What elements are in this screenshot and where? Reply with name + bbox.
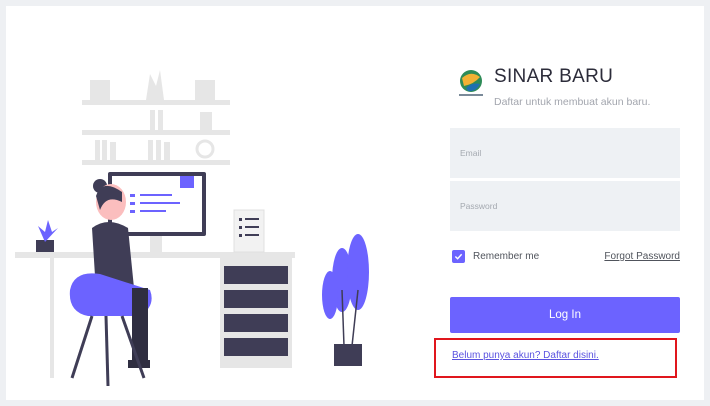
tall-plant xyxy=(322,234,369,366)
password-field[interactable] xyxy=(450,181,680,231)
clipboard xyxy=(233,209,265,253)
signup-link[interactable]: Belum punya akun? Daftar disini. xyxy=(452,350,599,361)
desk xyxy=(15,252,295,378)
remember-me-label: Remember me xyxy=(473,251,540,262)
brand-subtitle: Daftar untuk membuat akun baru. xyxy=(494,96,651,108)
email-field[interactable] xyxy=(450,128,680,178)
brand-name: SINAR BARU xyxy=(494,66,614,87)
workspace-illustration xyxy=(15,70,369,387)
wall-shelves xyxy=(82,70,230,165)
small-plant xyxy=(36,220,58,252)
remember-me-control[interactable]: Remember me xyxy=(452,250,539,263)
forgot-password-link[interactable]: Forgot Password xyxy=(604,251,680,262)
globe-logo-icon xyxy=(459,70,483,96)
login-button[interactable]: Log In xyxy=(450,297,680,333)
login-panel: SINAR BARU Daftar untuk membuat akun bar… xyxy=(450,60,682,380)
checkmark-icon xyxy=(454,253,463,260)
remember-me-checkbox[interactable] xyxy=(452,250,465,263)
